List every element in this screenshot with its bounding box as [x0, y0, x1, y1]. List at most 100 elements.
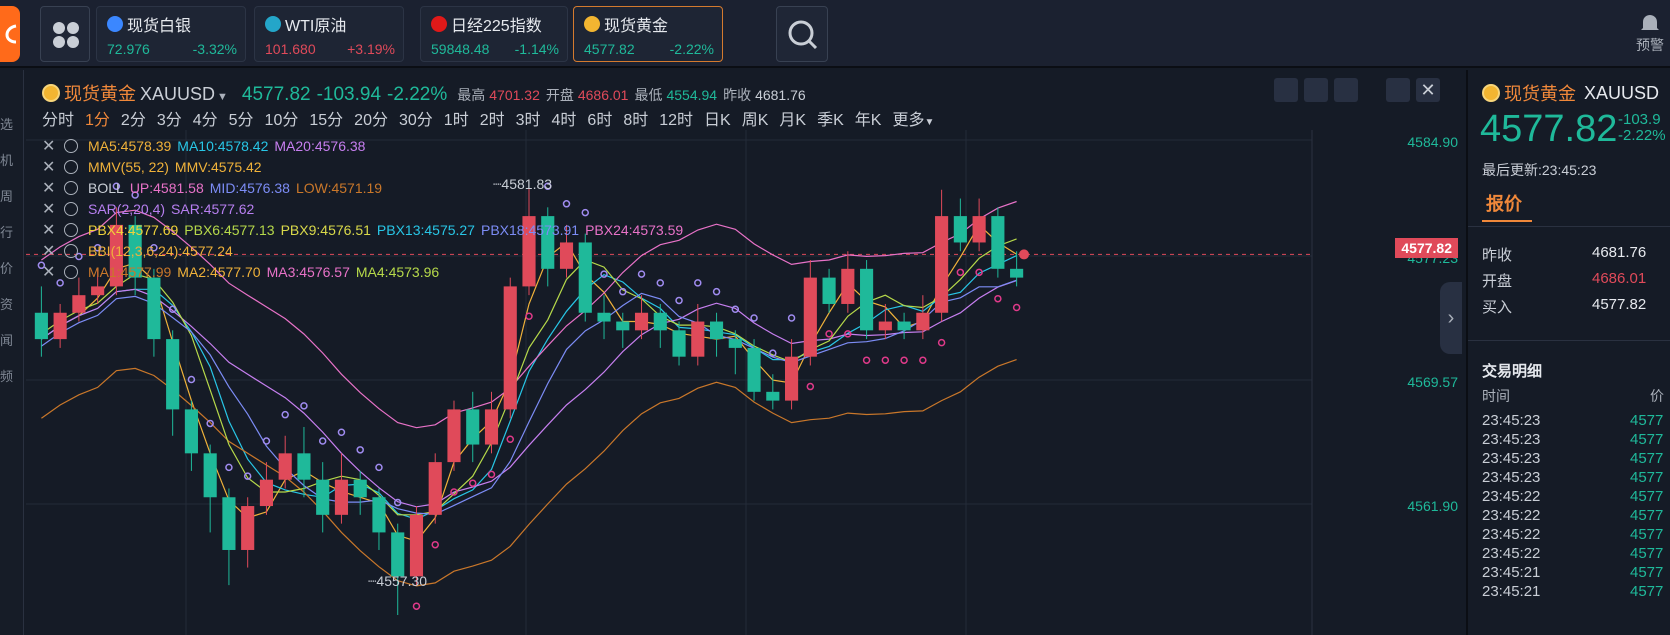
ticker-card[interactable]: 现货白银 72.976 -3.32% — [96, 6, 246, 62]
close-icon[interactable]: ✕ — [42, 178, 56, 198]
sidebar-item[interactable]: 资 — [0, 294, 13, 313]
period-tab[interactable]: 4时 — [552, 106, 577, 130]
alert-button[interactable]: 预警 — [1636, 12, 1664, 55]
tab-quote[interactable]: 报价 — [1486, 190, 1522, 216]
candle-body — [353, 479, 367, 498]
sar-dot — [412, 602, 421, 610]
symbol-code[interactable]: XAUUSD — [140, 84, 215, 105]
draw-pen-icon[interactable] — [1304, 78, 1328, 102]
prev-close-label: 昨收 — [723, 87, 752, 103]
period-tab[interactable]: 日K — [704, 106, 731, 130]
period-tab[interactable]: 分时 — [42, 106, 74, 130]
candle-body — [953, 216, 967, 243]
low-value: 4554.94 — [666, 87, 718, 103]
settings-icon[interactable] — [64, 202, 78, 216]
sar-dot — [468, 479, 477, 487]
indicator-value: MID:4576.38 — [209, 180, 290, 196]
high-label: 最高 — [457, 87, 486, 103]
period-tab[interactable]: 20分 — [354, 106, 388, 130]
quote-label: 开盘 — [1482, 273, 1513, 290]
sar-dot — [281, 410, 289, 419]
trade-time: 23:45:21 — [1482, 564, 1541, 581]
sar-dot — [356, 446, 364, 454]
period-tab[interactable]: 周K — [742, 106, 769, 130]
candle-body — [878, 321, 892, 331]
sar-dot — [206, 419, 214, 428]
period-tab[interactable]: 年K — [855, 106, 882, 130]
close-icon[interactable]: ✕ — [42, 136, 56, 156]
trade-price: 4577 — [1630, 488, 1664, 505]
period-tab[interactable]: 30分 — [399, 106, 433, 130]
close-icon[interactable]: ✕ — [42, 241, 56, 261]
settings-icon[interactable] — [64, 244, 78, 258]
period-tab[interactable]: 季K — [817, 106, 844, 130]
period-tab[interactable]: 月K — [779, 106, 806, 130]
sidebar-item[interactable]: 频 — [0, 366, 13, 385]
sidebar-item[interactable]: 闻 — [0, 330, 13, 349]
settings-icon[interactable] — [64, 265, 78, 279]
settings-icon[interactable] — [64, 181, 78, 195]
candle-body — [428, 462, 442, 515]
sidebar-item[interactable]: 机 — [0, 150, 13, 169]
period-tab[interactable]: 3分 — [157, 106, 182, 130]
open-label: 开盘 — [545, 87, 574, 103]
period-tab[interactable]: 1分 — [85, 106, 110, 130]
candle-body — [728, 339, 742, 348]
candle-body — [653, 312, 667, 331]
grid-icon — [53, 22, 79, 48]
period-tab[interactable]: 1时 — [444, 106, 469, 130]
candle-body — [897, 321, 911, 331]
sidebar-item[interactable]: 行 — [0, 222, 13, 241]
trade-time: 23:45:22 — [1482, 488, 1541, 505]
indicator-row: ✕ PBX4:4577.69 PBX6:4577.13 PBX9:4576.51 PBX… — [42, 220, 689, 240]
symbol-name[interactable]: 现货黄金 — [64, 80, 136, 106]
period-tab[interactable]: 5分 — [229, 106, 254, 130]
period-tab[interactable]: 12时 — [659, 106, 693, 130]
settings-icon[interactable] — [64, 160, 78, 174]
indicator-row: ✕ MMV(55, 22) MMV:4575.42 — [42, 157, 268, 177]
close-icon[interactable]: ✕ — [42, 262, 56, 282]
sar-dot — [731, 305, 740, 313]
close-chart-button[interactable]: ✕ — [1416, 78, 1440, 102]
settings-icon[interactable] — [64, 139, 78, 153]
sidebar-item[interactable]: 价 — [0, 258, 13, 277]
indicator-icon[interactable] — [1274, 78, 1298, 102]
ticker-card[interactable]: WTI原油 101.680 +3.19% — [254, 6, 404, 62]
sar-dot — [862, 356, 871, 364]
rp-pct: -2.22% — [1618, 127, 1666, 144]
fullscreen-icon[interactable] — [1386, 78, 1410, 102]
trade-time: 23:45:23 — [1482, 431, 1541, 448]
sar-dot — [712, 287, 721, 296]
trade-time: 23:45:22 — [1482, 507, 1541, 524]
open-value: 4686.01 — [577, 87, 629, 103]
close-icon[interactable]: ✕ — [42, 199, 56, 219]
period-tab[interactable]: 6时 — [587, 106, 612, 130]
period-tab[interactable]: 15分 — [309, 106, 343, 130]
period-tab[interactable]: 8时 — [623, 106, 648, 130]
candle-type-icon[interactable] — [1334, 78, 1358, 102]
period-tab[interactable]: 2分 — [121, 106, 146, 130]
ticker-name: 现货白银 — [107, 12, 191, 36]
sidebar-item[interactable]: 周 — [0, 186, 13, 205]
trade-price: 4577 — [1630, 450, 1664, 467]
period-tab[interactable]: 2时 — [480, 106, 505, 130]
sar-dot — [637, 270, 646, 278]
period-tab[interactable]: 3时 — [516, 106, 541, 130]
search-button[interactable] — [776, 6, 828, 62]
ticker-card[interactable]: 日经225指数 59848.48 -1.14% — [420, 6, 568, 62]
close-icon[interactable]: ✕ — [42, 220, 56, 240]
candle-body — [616, 321, 630, 331]
period-tab[interactable]: 10分 — [265, 106, 299, 130]
sidebar-item[interactable]: 选 — [0, 114, 13, 133]
apps-grid-button[interactable] — [40, 6, 90, 62]
chevron-down-icon[interactable]: ▼ — [217, 91, 228, 103]
expand-panel-button[interactable]: › — [1440, 282, 1462, 354]
ticker-icon — [107, 16, 123, 32]
period-tab[interactable]: 更多▼ — [892, 106, 934, 130]
close-icon[interactable]: ✕ — [42, 157, 56, 177]
current-price-tag: 4577.82 — [1395, 238, 1458, 258]
app-logo[interactable] — [0, 6, 20, 62]
period-tab[interactable]: 4分 — [193, 106, 218, 130]
settings-icon[interactable] — [64, 223, 78, 237]
ticker-card[interactable]: 现货黄金 4577.82 -2.22% — [573, 6, 723, 62]
